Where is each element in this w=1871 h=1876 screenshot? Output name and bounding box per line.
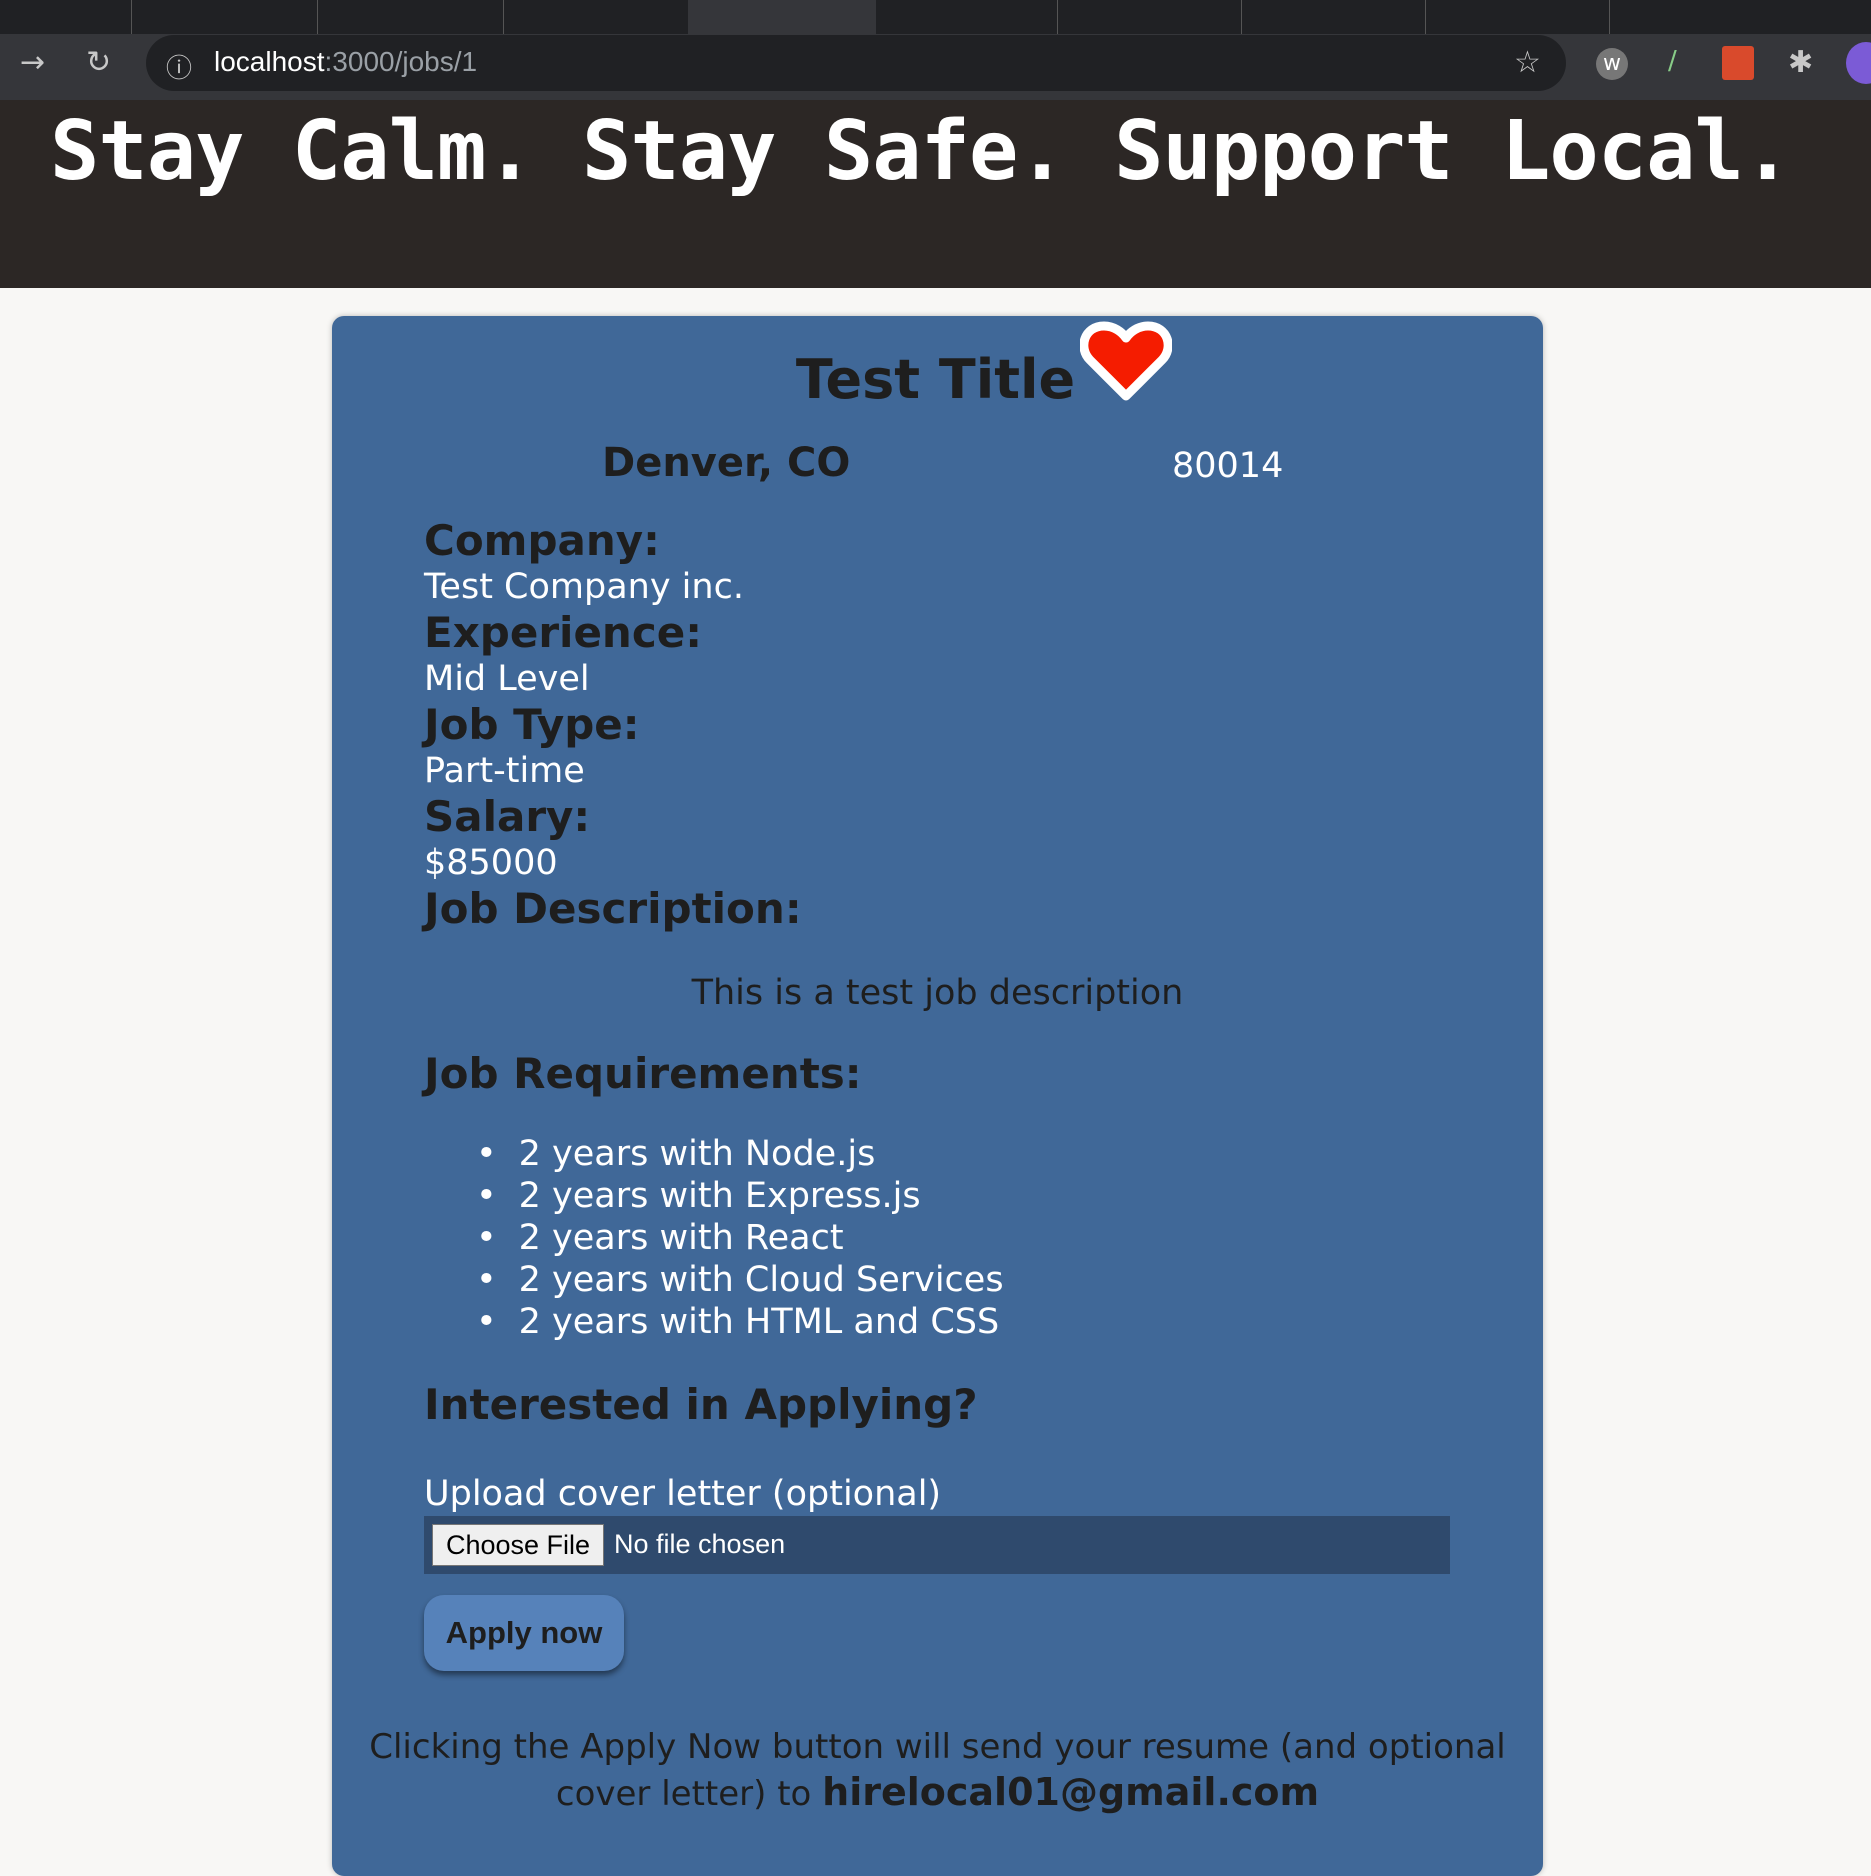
list-item: 2 years with HTML and CSS bbox=[476, 1301, 1004, 1343]
active-browser-tab[interactable] bbox=[688, 0, 876, 36]
requirements-label: Job Requirements: bbox=[424, 1049, 862, 1098]
url-path: :3000/jobs/1 bbox=[324, 46, 478, 77]
tab-strip bbox=[0, 0, 1871, 34]
apply-now-button[interactable]: Apply now bbox=[424, 1595, 624, 1671]
banner-slogan: Stay Calm. Stay Safe. Support Local. bbox=[50, 104, 1792, 199]
bookmark-star-icon[interactable]: ☆ bbox=[1514, 45, 1541, 80]
upload-label: Upload cover letter (optional) bbox=[424, 1474, 942, 1514]
description-text: This is a test job description bbox=[691, 973, 1184, 1013]
extensions-puzzle-icon[interactable]: ✱ bbox=[1788, 45, 1813, 80]
experience-value: Mid Level bbox=[424, 659, 590, 699]
salary-value: $85000 bbox=[424, 843, 558, 883]
extension-w-icon[interactable]: w bbox=[1596, 48, 1628, 80]
list-item: 2 years with Cloud Services bbox=[476, 1259, 1004, 1301]
browser-tab[interactable] bbox=[1426, 0, 1610, 34]
url-text[interactable]: localhost:3000/jobs/1 bbox=[214, 46, 477, 78]
requirements-list: 2 years with Node.js 2 years with Expres… bbox=[476, 1133, 1004, 1343]
salary-label: Salary: bbox=[424, 792, 591, 841]
choose-file-button[interactable]: Choose File bbox=[432, 1524, 604, 1566]
contact-email[interactable]: hirelocal01@gmail.com bbox=[822, 1770, 1319, 1814]
url-host: localhost bbox=[214, 46, 325, 77]
extension-eyedropper-icon[interactable]: / bbox=[1668, 46, 1690, 82]
description-label: Job Description: bbox=[424, 884, 802, 933]
job-type-label: Job Type: bbox=[424, 700, 640, 749]
info-icon[interactable]: ⓘ bbox=[166, 48, 192, 85]
favorite-heart-icon[interactable] bbox=[1080, 320, 1172, 402]
browser-tab[interactable] bbox=[1058, 0, 1242, 34]
job-zip: 80014 bbox=[1172, 446, 1284, 486]
forward-icon[interactable]: → bbox=[20, 45, 45, 80]
file-status: No file chosen bbox=[614, 1529, 786, 1559]
extension-react-icon[interactable] bbox=[1722, 46, 1754, 80]
browser-tab[interactable] bbox=[318, 0, 504, 34]
browser-tab[interactable] bbox=[876, 0, 1058, 34]
apply-heading: Interested in Applying? bbox=[424, 1380, 978, 1429]
company-label: Company: bbox=[424, 516, 660, 565]
browser-tab[interactable] bbox=[504, 0, 688, 34]
browser-tab[interactable] bbox=[1242, 0, 1426, 34]
list-item: 2 years with React bbox=[476, 1217, 1004, 1259]
job-type-value: Part-time bbox=[424, 751, 585, 791]
company-value: Test Company inc. bbox=[424, 567, 744, 607]
apply-note: Clicking the Apply Now button will send … bbox=[332, 1725, 1543, 1817]
list-item: 2 years with Express.js bbox=[476, 1175, 1004, 1217]
job-title: Test Title bbox=[795, 348, 1076, 411]
job-location: Denver, CO bbox=[602, 440, 851, 486]
experience-label: Experience: bbox=[424, 608, 703, 657]
browser-tab[interactable] bbox=[0, 0, 132, 34]
list-item: 2 years with Node.js bbox=[476, 1133, 1004, 1175]
browser-tab[interactable] bbox=[132, 0, 318, 34]
reload-icon[interactable]: ↻ bbox=[86, 45, 111, 80]
